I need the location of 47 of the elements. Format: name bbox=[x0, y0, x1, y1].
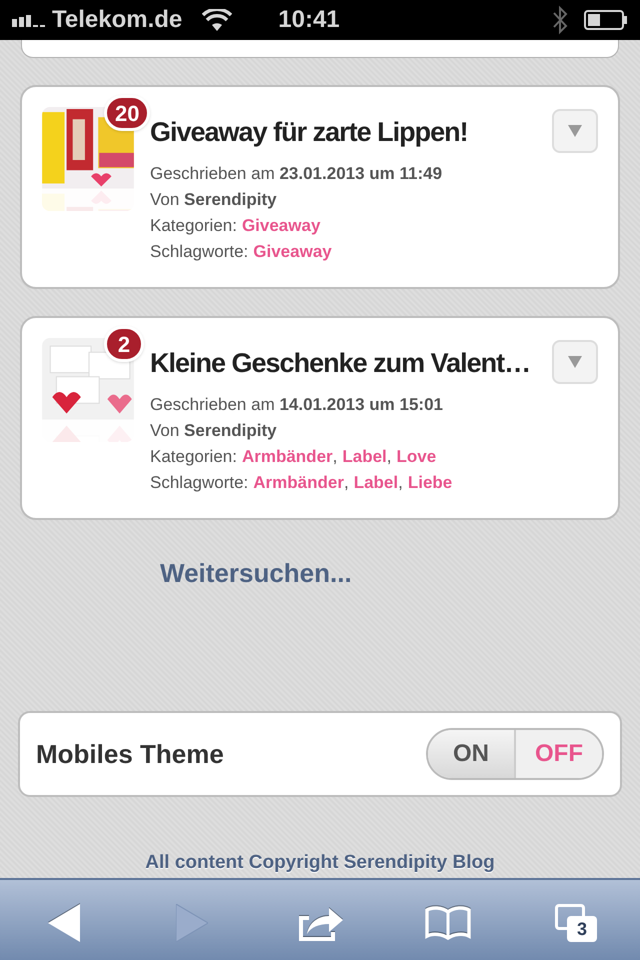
setting-label: Mobiles Theme bbox=[36, 738, 225, 770]
post-title[interactable]: Kleine Geschenke zum Valent… bbox=[150, 338, 530, 388]
tag-link[interactable]: Label bbox=[342, 444, 387, 470]
separator: , bbox=[398, 472, 403, 494]
dropdown-button[interactable] bbox=[552, 109, 598, 153]
signal-icon bbox=[12, 13, 48, 27]
dropdown-button[interactable] bbox=[552, 340, 598, 384]
tag-link[interactable]: Armbänder bbox=[253, 470, 344, 496]
carrier-name: Telekom.de bbox=[52, 5, 182, 35]
tag-link[interactable]: Giveaway bbox=[253, 239, 332, 265]
theme-toggle[interactable]: ON OFF bbox=[426, 728, 604, 780]
separator: , bbox=[344, 472, 349, 494]
back-arrow-icon bbox=[48, 904, 80, 942]
more-link[interactable]: Weitersuchen... bbox=[160, 554, 352, 593]
meta-label: Kategorien: bbox=[150, 446, 237, 468]
tag-link[interactable]: Label bbox=[354, 470, 398, 496]
meta-label: Schlagworte: bbox=[150, 472, 248, 494]
tag-link[interactable]: Love bbox=[396, 444, 436, 470]
post-card[interactable]: 20 Giveaway für zarte Lippen! Geschrieben am 23.01.2013 um 11:49 Von Serendipity Kategorien: Giveaway Schlagworte: Giveaway bbox=[20, 85, 620, 289]
meta-label: Geschrieben am bbox=[150, 395, 275, 414]
tag-link[interactable]: Liebe bbox=[408, 470, 452, 496]
wifi-icon bbox=[202, 9, 232, 31]
clock: 10:41 bbox=[278, 5, 340, 35]
caret-icon bbox=[568, 125, 582, 137]
battery-icon bbox=[584, 9, 628, 31]
comment-count-badge: 2 bbox=[104, 326, 144, 362]
tag-link[interactable]: Giveaway bbox=[242, 213, 320, 239]
meta-label: Von bbox=[150, 421, 180, 440]
meta-label: Geschrieben am bbox=[150, 164, 275, 183]
copyright-text: All content Copyright Serendipity Blog bbox=[144, 851, 496, 875]
tabs-button[interactable]: 3 bbox=[544, 890, 608, 954]
separator: , bbox=[332, 446, 338, 468]
caret-icon bbox=[568, 356, 582, 368]
separator: , bbox=[386, 446, 392, 468]
meta-value: 14.01.2013 um 15:01 bbox=[279, 395, 443, 414]
meta-label: Kategorien: bbox=[150, 215, 237, 237]
meta-value: Serendipity bbox=[184, 190, 277, 209]
forward-arrow-icon bbox=[176, 904, 208, 942]
book-icon bbox=[424, 906, 472, 940]
tag-link[interactable]: Armbänder bbox=[242, 444, 333, 470]
meta-value: 23.01.2013 um 11:49 bbox=[279, 164, 442, 183]
bluetooth-icon bbox=[552, 5, 568, 35]
meta-label: Schlagworte: bbox=[150, 241, 248, 263]
post-title[interactable]: Giveaway für zarte Lippen! bbox=[150, 107, 468, 157]
meta-value: Serendipity bbox=[184, 421, 277, 440]
meta-label: Von bbox=[150, 190, 180, 209]
post-card[interactable]: 2 Kleine Geschenke zum Valent… Geschrieben am 14.01.2013 um 15:01 Von Serendipity Kategorien: Armbänder, Label, Love Schlagworte: Armbänder, Label, Liebe bbox=[20, 316, 620, 520]
